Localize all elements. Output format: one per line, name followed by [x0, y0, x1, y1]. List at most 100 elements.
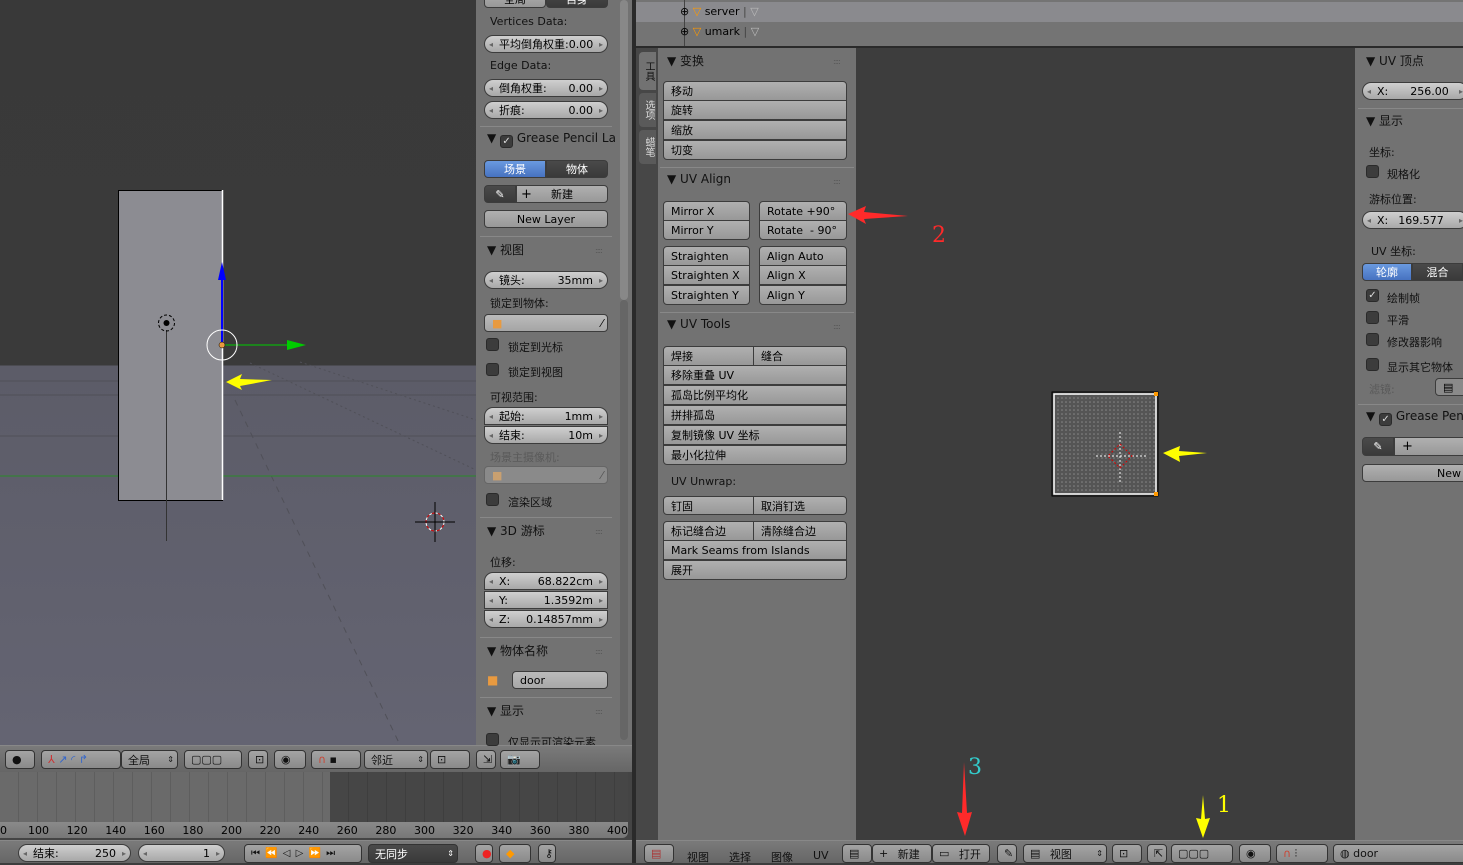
- new-layer-button[interactable]: New Layer: [484, 210, 608, 228]
- orientation-dropdown[interactable]: 全局 ⇕: [121, 750, 178, 769]
- proportional-edit[interactable]: ◉: [1239, 844, 1271, 863]
- snap-toggle[interactable]: ∩ ⫶: [1276, 844, 1328, 863]
- smooth-checkbox[interactable]: [1366, 311, 1379, 324]
- display-panel-header[interactable]: ▼ 显示: [1366, 112, 1403, 129]
- local-toggle[interactable]: 自身: [546, 0, 608, 8]
- grease-pencil-checkbox[interactable]: ✓: [500, 135, 514, 148]
- stitch-button[interactable]: 缝合: [753, 346, 847, 366]
- minimize-stretch-button[interactable]: 最小化拉伸: [663, 445, 847, 465]
- copy-mirrored-uv-button[interactable]: 复制镜像 UV 坐标: [663, 425, 847, 445]
- menu-uv[interactable]: UV: [813, 849, 829, 862]
- pencil-icon[interactable]: ✎: [1362, 437, 1394, 456]
- pencil-icon[interactable]: ✎: [484, 185, 516, 203]
- 3d-cursor-panel-header[interactable]: ▼ 3D 游标: [487, 522, 545, 539]
- shear-button[interactable]: 切变: [663, 140, 847, 160]
- new-image-button[interactable]: + 新建: [872, 844, 932, 863]
- uv-tools-panel-header[interactable]: ▼ UV Tools: [667, 317, 730, 331]
- snap-target[interactable]: ⊡: [430, 750, 470, 769]
- tab-object[interactable]: 物体: [546, 160, 608, 178]
- align-auto-button[interactable]: Align Auto: [759, 246, 847, 266]
- unpin-button[interactable]: 取消钉选: [753, 496, 847, 515]
- keying-set-dropdown[interactable]: ◆: [499, 844, 531, 863]
- new-grease-button[interactable]: +: [1394, 437, 1463, 456]
- mode-selector[interactable]: ●: [5, 750, 35, 769]
- align-y-button[interactable]: Align Y: [759, 285, 847, 305]
- snap-element-dropdown[interactable]: 邻近 ⇕: [364, 750, 428, 769]
- scrollbar[interactable]: [620, 0, 628, 300]
- sync-dropdown[interactable]: 无同步 ⇕: [368, 844, 458, 863]
- select-mode-buttons[interactable]: ▢▢▢: [1171, 844, 1233, 863]
- clear-seam-button[interactable]: 清除缝合边: [753, 521, 847, 541]
- rotate-button[interactable]: 旋转: [663, 100, 847, 120]
- lock-view-checkbox[interactable]: [486, 363, 499, 376]
- pack-islands-button[interactable]: 拼排孤岛: [663, 405, 847, 425]
- blend-mode-toggle[interactable]: 混合: [1412, 263, 1463, 281]
- new-grease-button[interactable]: + 新建: [516, 185, 608, 203]
- grease-pencil-panel-header[interactable]: ▼ ✓ Grease Pen: [1366, 409, 1463, 426]
- lens-field[interactable]: 镜头: 35mm: [484, 271, 608, 289]
- eyedropper-icon[interactable]: ⁄: [601, 317, 603, 330]
- manipulator-toggle[interactable]: ⅄ ↗ ◜ ↱: [41, 750, 121, 769]
- tab-grease-pencil[interactable]: 蜡笔: [639, 130, 656, 164]
- cursor-y-field[interactable]: Y: 1.3592m: [484, 591, 608, 609]
- mean-bevel-field[interactable]: 平均倒角权重:0.00: [484, 35, 608, 53]
- lock-object-field[interactable]: ■ ⁄: [484, 314, 608, 332]
- occlude-toggle[interactable]: ⊡: [248, 750, 268, 769]
- outliner-row[interactable]: ⊕ ▽ server | ▽: [680, 5, 759, 18]
- pin-button[interactable]: 钉固: [663, 496, 754, 515]
- pin-image-button[interactable]: ✎: [997, 844, 1017, 863]
- other-objects-checkbox[interactable]: [1366, 358, 1379, 371]
- average-islands-scale-button[interactable]: 孤岛比例平均化: [663, 385, 847, 405]
- clip-start-field[interactable]: 起始: 1mm: [484, 407, 608, 425]
- render-toggle[interactable]: ⇲: [476, 750, 496, 769]
- mirror-x-button[interactable]: Mirror X: [663, 201, 750, 221]
- weld-button[interactable]: 焊接: [663, 346, 754, 366]
- only-render-checkbox[interactable]: [486, 733, 499, 746]
- proportional-edit[interactable]: ◉: [274, 750, 306, 769]
- playback-controls[interactable]: ⏮ ⏪ ◁ ▷ ⏩ ⏭: [244, 844, 362, 863]
- image-browse[interactable]: ▤: [842, 844, 872, 863]
- cursor-x-field[interactable]: X: 169.577: [1362, 211, 1463, 229]
- outliner-row[interactable]: ⊕ ▽ umark | ▽: [680, 25, 759, 38]
- tab-tools[interactable]: 工具: [639, 52, 656, 90]
- end-frame-field[interactable]: 结束: 250: [18, 844, 131, 862]
- modifier-checkbox[interactable]: [1366, 333, 1379, 346]
- scale-button[interactable]: 缩放: [663, 120, 847, 140]
- render-buttons[interactable]: 📷: [500, 750, 540, 769]
- layer-buttons[interactable]: ▢▢▢: [184, 750, 242, 769]
- bevel-weight-field[interactable]: 倒角权重: 0.00: [484, 79, 608, 97]
- outline-mode-toggle[interactable]: 轮廓: [1362, 263, 1412, 281]
- record-button[interactable]: ●: [475, 844, 493, 863]
- remove-doubles-button[interactable]: 移除重叠 UV: [663, 365, 847, 385]
- editor-type-selector[interactable]: ▤: [644, 844, 674, 863]
- uv-vertex-panel-header[interactable]: ▼ UV 顶点: [1366, 52, 1424, 69]
- uv-align-panel-header[interactable]: ▼ UV Align: [667, 172, 731, 186]
- expand-icon[interactable]: ⊕: [680, 5, 689, 18]
- object-name-input[interactable]: door: [512, 671, 608, 689]
- grease-pencil-panel-header[interactable]: ▼ ✓ Grease Pencil La: [487, 131, 616, 148]
- straighten-x-button[interactable]: Straighten X: [663, 265, 750, 285]
- mirror-y-button[interactable]: Mirror Y: [663, 220, 750, 240]
- expand-icon[interactable]: ⊕: [680, 25, 689, 38]
- object-selector[interactable]: ◍ door: [1333, 844, 1463, 863]
- current-frame-field[interactable]: 1: [138, 844, 225, 862]
- keyframe-tool[interactable]: ⚷: [538, 844, 556, 863]
- outliner[interactable]: [636, 0, 1463, 46]
- lock-cursor-checkbox[interactable]: [486, 338, 499, 351]
- pivot-dropdown[interactable]: ⊡: [1112, 844, 1142, 863]
- cursor-x-field[interactable]: X: 68.822cm: [484, 572, 608, 590]
- unwrap-button[interactable]: 展开: [663, 560, 847, 580]
- cursor-z-field[interactable]: Z: 0.14857mm: [484, 610, 608, 628]
- clip-end-field[interactable]: 结束: 10m: [484, 426, 608, 444]
- straighten-y-button[interactable]: Straighten Y: [663, 285, 750, 305]
- move-button[interactable]: 移动: [663, 81, 847, 101]
- rotate-plus-90-button[interactable]: Rotate +90°: [759, 201, 847, 221]
- viewport-3d[interactable]: [0, 0, 476, 745]
- display-panel-header[interactable]: ▼ 显示: [487, 702, 524, 719]
- object-name-panel-header[interactable]: ▼ 物体名称: [487, 642, 548, 659]
- uv-vertex-x-field[interactable]: X: 256.00: [1362, 82, 1463, 100]
- snap-toggle[interactable]: ∩ ▪: [311, 750, 361, 769]
- new-layer-button[interactable]: New: [1362, 464, 1463, 482]
- crease-field[interactable]: 折痕: 0.00: [484, 101, 608, 119]
- tab-options[interactable]: 选项: [639, 93, 656, 127]
